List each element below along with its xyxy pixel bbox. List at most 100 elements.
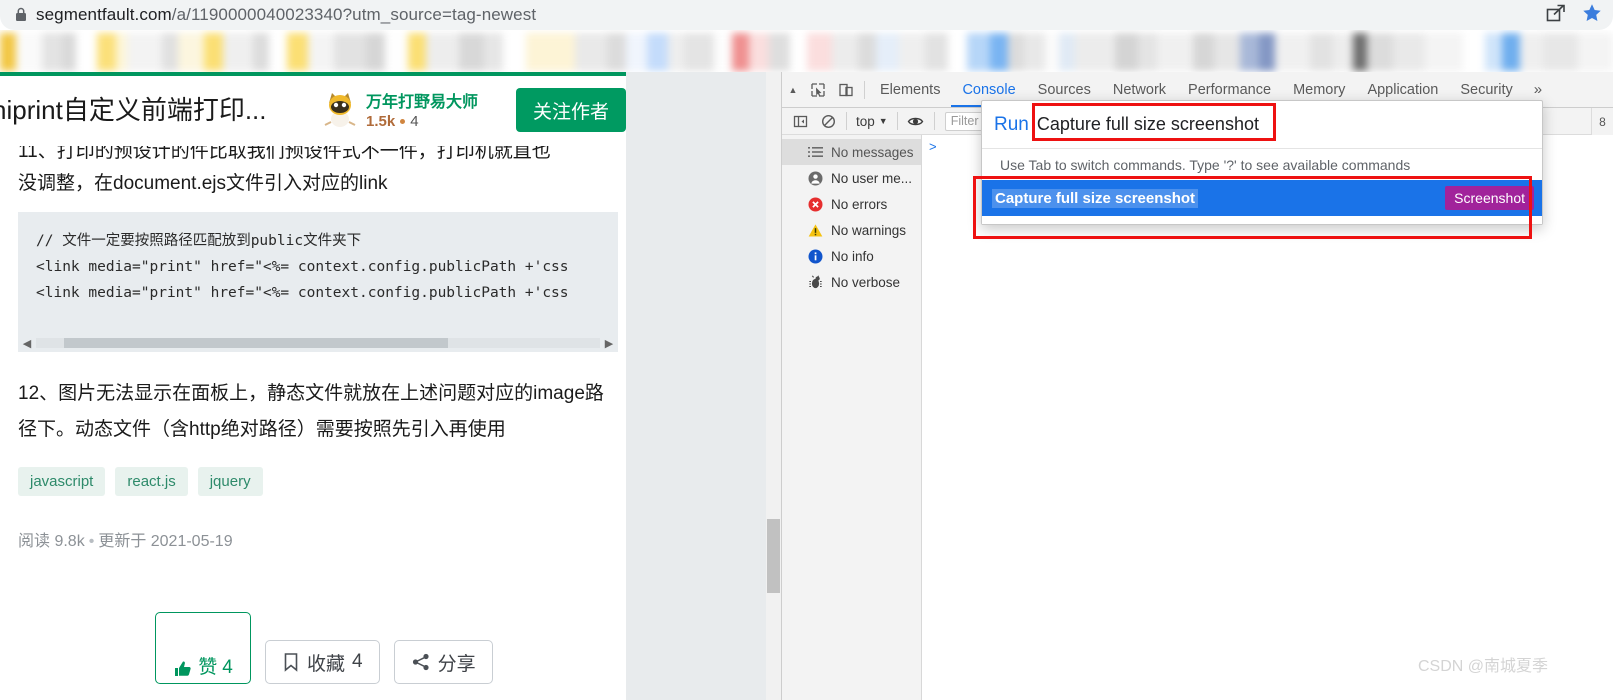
bookmark-item-blurred[interactable] — [990, 33, 1008, 71]
console-sidebar-item-no-warnings[interactable]: No warnings — [782, 217, 921, 243]
execution-context-selector[interactable]: top ▼ — [851, 114, 893, 129]
bookmark-item-blurred[interactable] — [1333, 33, 1353, 71]
bookmark-item-blurred[interactable] — [1463, 33, 1485, 71]
bookmark-item-blurred[interactable] — [1044, 33, 1059, 71]
bookmark-item-blurred[interactable] — [483, 33, 504, 71]
bookmark-item-blurred[interactable] — [1007, 33, 1024, 71]
bookmark-item-blurred[interactable] — [684, 33, 715, 71]
article-tag[interactable]: javascript — [18, 467, 106, 496]
url-text[interactable]: segmentfault.com/a/1190000040023340?utm_… — [36, 3, 536, 27]
bookmark-item-blurred[interactable] — [459, 33, 484, 71]
bookmark-item-blurred[interactable] — [668, 33, 685, 71]
bookmark-item-blurred[interactable] — [1259, 33, 1276, 71]
bookmark-item-blurred[interactable] — [307, 33, 335, 71]
bookmark-item-blurred[interactable] — [75, 33, 97, 71]
console-sidebar-item-no-user-me[interactable]: No user me... — [782, 165, 921, 191]
bookmark-item-blurred[interactable] — [1213, 33, 1241, 71]
more-tabs-icon[interactable]: » — [1524, 81, 1552, 98]
console-sidebar-item-no-verbose[interactable]: No verbose — [782, 269, 921, 295]
bookmark-item-blurred[interactable] — [575, 33, 607, 71]
bookmark-item-blurred[interactable] — [96, 33, 117, 71]
scrollbar-track[interactable] — [36, 338, 600, 348]
bookmark-item-blurred[interactable] — [177, 33, 205, 71]
bookmark-item-blurred[interactable] — [647, 33, 669, 71]
star-icon[interactable] — [1581, 2, 1603, 24]
article-tag[interactable]: react.js — [115, 467, 188, 496]
share-icon[interactable] — [1545, 2, 1567, 24]
bookmark-item-blurred[interactable] — [116, 33, 127, 71]
bookmark-item-blurred[interactable] — [1115, 33, 1139, 71]
bookmark-item-blurred[interactable] — [606, 33, 627, 71]
clear-console-icon[interactable] — [814, 108, 842, 134]
bookmark-item-blurred[interactable] — [768, 33, 790, 71]
bookmark-item-blurred[interactable] — [1192, 33, 1214, 71]
console-sidebar-item-no-messages[interactable]: No messages — [782, 139, 921, 165]
scroll-left-arrow-icon[interactable]: ◀ — [18, 337, 36, 350]
console-sidebar-item-no-errors[interactable]: No errors — [782, 191, 921, 217]
bookmark-item-blurred[interactable] — [1023, 33, 1045, 71]
bookmark-item-blurred[interactable] — [425, 33, 460, 71]
bookmark-item-blurred[interactable] — [1157, 33, 1193, 71]
bookmark-item-blurred[interactable] — [1275, 33, 1311, 71]
page-scrollbar[interactable] — [766, 72, 781, 700]
bookmark-item-blurred[interactable] — [967, 33, 991, 71]
code-block-horizontal-scrollbar[interactable]: ◀ ▶ — [18, 334, 618, 352]
bookmark-button[interactable]: 收藏 4 — [265, 640, 380, 684]
bookmark-item-blurred[interactable] — [204, 33, 224, 71]
bookmark-item-blurred[interactable] — [1058, 33, 1075, 71]
author-block[interactable]: 万年打野易大师 1.5k 4 — [322, 88, 478, 130]
bookmark-item-blurred[interactable] — [925, 33, 949, 71]
bookmark-item-blurred[interactable] — [875, 33, 899, 71]
bookmark-item-blurred[interactable] — [626, 33, 648, 71]
bookmark-item-blurred[interactable] — [898, 33, 926, 71]
article-tag[interactable]: jquery — [197, 467, 263, 496]
console-sidebar-item-no-info[interactable]: No info — [782, 243, 921, 269]
bookmark-item-blurred[interactable] — [714, 33, 732, 71]
bookmark-item-blurred[interactable] — [1519, 33, 1543, 71]
bookmark-item-blurred[interactable] — [385, 33, 409, 71]
bookmark-item-blurred[interactable] — [1138, 33, 1158, 71]
scroll-right-arrow-icon[interactable]: ▶ — [600, 337, 618, 350]
bookmark-item-blurred[interactable] — [42, 33, 62, 71]
command-palette-result-item[interactable]: Capture full size screenshot Screenshot — [982, 180, 1542, 216]
bookmark-item-blurred[interactable] — [1542, 33, 1578, 71]
chevron-up-icon[interactable]: ▲ — [782, 85, 804, 95]
bookmark-item-blurred[interactable] — [1502, 33, 1520, 71]
bookmark-item-blurred[interactable] — [1484, 33, 1503, 71]
devtools-tab-elements[interactable]: Elements — [869, 72, 951, 107]
bookmark-item-blurred[interactable] — [15, 33, 43, 71]
page-scrollbar-thumb[interactable] — [767, 519, 780, 593]
bookmark-item-blurred[interactable] — [503, 33, 526, 71]
bookmark-bar[interactable] — [0, 30, 1613, 72]
bookmark-item-blurred[interactable] — [525, 33, 576, 71]
device-toolbar-icon[interactable] — [832, 77, 860, 103]
bookmark-item-blurred[interactable] — [408, 33, 426, 71]
bookmark-item-blurred[interactable] — [1366, 33, 1394, 71]
command-palette-input[interactable] — [1032, 114, 1536, 135]
bookmark-item-blurred[interactable] — [334, 33, 366, 71]
bookmark-item-blurred[interactable] — [948, 33, 968, 71]
bookmark-item-blurred[interactable] — [1240, 33, 1260, 71]
bookmark-item-blurred[interactable] — [253, 33, 270, 71]
live-expression-icon[interactable] — [902, 108, 930, 134]
inspect-element-icon[interactable] — [804, 77, 832, 103]
bookmark-item-blurred[interactable] — [731, 33, 750, 71]
bookmark-item-blurred[interactable] — [161, 33, 178, 71]
bookmark-item-blurred[interactable] — [1424, 33, 1464, 71]
bookmark-item-blurred[interactable] — [0, 33, 16, 71]
bookmark-item-blurred[interactable] — [1310, 33, 1334, 71]
bookmark-item-blurred[interactable] — [831, 33, 859, 71]
bookmark-item-blurred[interactable] — [286, 33, 308, 71]
show-console-sidebar-icon[interactable] — [786, 108, 814, 134]
bookmark-item-blurred[interactable] — [126, 33, 162, 71]
share-button[interactable]: 分享 — [393, 640, 493, 684]
bookmark-item-blurred[interactable] — [807, 33, 832, 71]
follow-author-button[interactable]: 关注作者 — [516, 88, 626, 132]
bookmark-item-blurred[interactable] — [269, 33, 287, 71]
like-button[interactable]: 赞 4 — [155, 612, 251, 684]
bookmark-item-blurred[interactable] — [223, 33, 254, 71]
bookmark-item-blurred[interactable] — [789, 33, 808, 71]
scrollbar-thumb[interactable] — [64, 338, 448, 348]
bookmark-item-blurred[interactable] — [1074, 33, 1116, 71]
bookmark-item-blurred[interactable] — [858, 33, 876, 71]
